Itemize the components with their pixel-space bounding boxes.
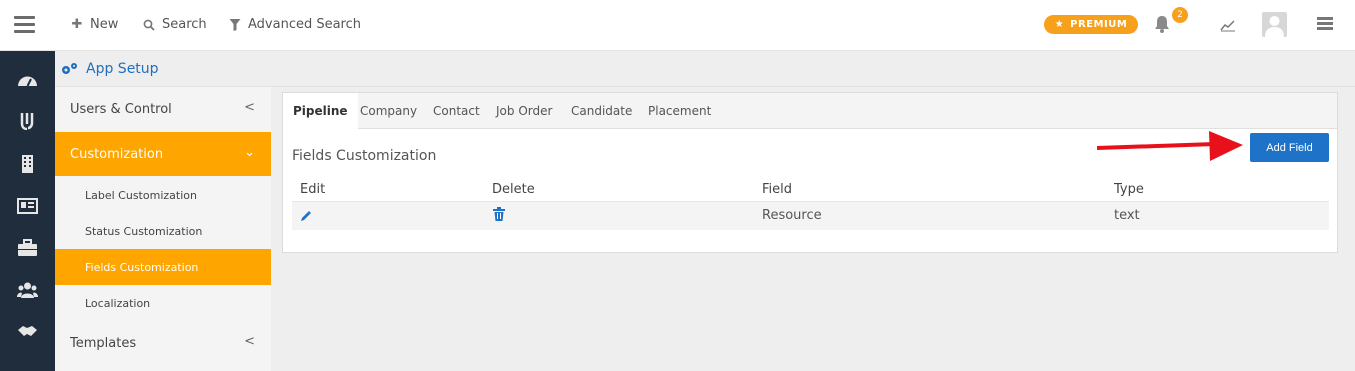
nav-label-customization[interactable]: Label Customization [55, 177, 271, 213]
bell-icon[interactable] [1153, 14, 1171, 34]
tab-job-order[interactable]: Job Order [496, 93, 552, 129]
table-row: Resource text [292, 201, 1329, 230]
star-icon: ★ [1054, 19, 1065, 30]
filter-icon [229, 18, 241, 31]
cell-field: Resource [762, 208, 822, 223]
nav-templates[interactable]: Templates < [55, 321, 271, 365]
chevron-left-icon: < [244, 334, 255, 349]
pipeline-icon[interactable] [17, 112, 38, 130]
premium-badge[interactable]: ★ PREMIUM [1044, 15, 1138, 34]
tab-placement[interactable]: Placement [648, 93, 711, 129]
nav-customization[interactable]: Customization ⌄ [55, 132, 271, 176]
notification-count-badge: 2 [1172, 7, 1188, 23]
new-label: New [90, 17, 119, 32]
nav-users-control-label: Users & Control [70, 101, 172, 117]
list-menu-icon[interactable] [1317, 17, 1333, 31]
left-icon-rail [0, 51, 55, 371]
nav-templates-label: Templates [70, 335, 137, 351]
building-icon[interactable] [17, 155, 38, 173]
hamburger-menu-icon[interactable] [14, 16, 35, 34]
entity-tabs: Pipeline Company Contact Job Order Candi… [283, 93, 1337, 130]
settings-side-nav: Users & Control < Customization ⌄ Label … [55, 87, 271, 371]
search-label: Search [162, 17, 207, 32]
avatar[interactable] [1262, 12, 1287, 37]
premium-label: PREMIUM [1070, 19, 1128, 30]
column-header-field: Field [762, 182, 793, 197]
handshake-icon[interactable] [17, 322, 38, 340]
chevron-left-icon: < [244, 100, 255, 115]
add-field-button[interactable]: Add Field [1250, 133, 1329, 162]
new-button[interactable]: ✚ New [71, 17, 119, 32]
trend-chart-icon[interactable] [1220, 18, 1236, 32]
tab-company[interactable]: Company [360, 93, 417, 129]
trash-delete-icon[interactable] [493, 207, 505, 221]
top-bar: ✚ New Search Advanced Search ★ PREMIUM 2 [0, 0, 1355, 51]
column-header-edit: Edit [300, 182, 326, 197]
nav-customization-label: Customization [70, 146, 164, 162]
tab-candidate[interactable]: Candidate [571, 93, 632, 129]
dashboard-icon[interactable] [17, 72, 38, 90]
search-button[interactable]: Search [143, 17, 207, 32]
tab-pipeline[interactable]: Pipeline [283, 93, 358, 130]
nav-users-control[interactable]: Users & Control < [55, 87, 271, 131]
advanced-search-button[interactable]: Advanced Search [229, 17, 361, 32]
briefcase-icon[interactable] [17, 239, 38, 257]
users-icon[interactable] [17, 281, 38, 299]
user-silhouette-icon [1265, 16, 1284, 37]
contact-card-icon[interactable] [17, 197, 38, 215]
section-title: Fields Customization [292, 148, 437, 164]
column-header-type: Type [1114, 182, 1144, 197]
gears-icon [62, 63, 77, 74]
chevron-down-icon: ⌄ [244, 145, 255, 160]
page-title: App Setup [86, 61, 159, 77]
app-setup-header: App Setup [55, 51, 1355, 87]
cell-type: text [1114, 208, 1140, 223]
pencil-edit-icon[interactable] [300, 210, 312, 222]
red-arrow-annotation [1097, 131, 1243, 161]
nav-fields-customization[interactable]: Fields Customization [55, 249, 271, 285]
nav-status-customization[interactable]: Status Customization [55, 213, 271, 249]
column-header-delete: Delete [492, 182, 535, 197]
fields-customization-panel: Pipeline Company Contact Job Order Candi… [282, 92, 1338, 253]
nav-localization[interactable]: Localization [55, 285, 271, 321]
advanced-search-label: Advanced Search [248, 17, 362, 32]
plus-icon: ✚ [71, 17, 83, 32]
search-icon [143, 19, 155, 31]
tab-contact[interactable]: Contact [433, 93, 480, 129]
